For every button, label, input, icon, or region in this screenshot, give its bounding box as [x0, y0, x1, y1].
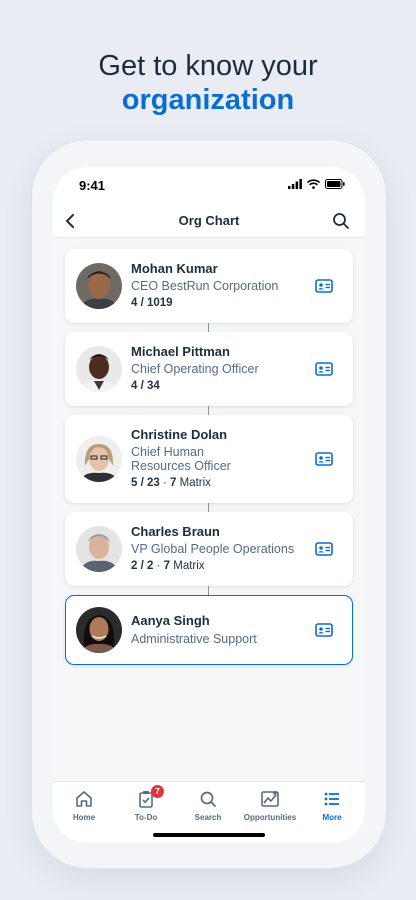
- headline-line-1: Get to know your: [98, 50, 318, 82]
- employee-counts: 2 / 2 · 7 Matrix: [131, 560, 205, 572]
- status-time: 9:41: [79, 178, 106, 193]
- avatar: [76, 607, 122, 653]
- org-card[interactable]: Christine Dolan Chief Human Resources Of…: [65, 415, 353, 503]
- employee-counts: 4 / 1019: [131, 297, 173, 309]
- employee-name: Aanya Singh: [131, 613, 210, 628]
- list-icon: [324, 792, 339, 806]
- home-indicator: [153, 833, 265, 837]
- employee-title: CEO BestRun Corporation: [131, 279, 279, 293]
- employee-name: Christine Dolan: [131, 427, 228, 442]
- contact-card-icon[interactable]: [315, 542, 333, 556]
- home-icon: [76, 791, 92, 807]
- phone-screen: 9:41 Org Chart Mohan Kumar CEO BestRun C…: [53, 167, 365, 843]
- search-icon: [200, 791, 216, 807]
- tab-search[interactable]: Search: [177, 788, 239, 822]
- employee-title: Chief Operating Officer: [131, 362, 259, 376]
- avatar: [76, 526, 122, 572]
- tab-home[interactable]: Home: [53, 788, 115, 822]
- employee-name: Michael Pittman: [131, 344, 230, 359]
- search-icon[interactable]: [331, 211, 351, 231]
- org-connector: [208, 586, 209, 595]
- tab-label: Home: [72, 813, 96, 822]
- org-card-selected[interactable]: Aanya Singh Administrative Support: [65, 595, 353, 665]
- nav-bar: Org Chart: [53, 207, 365, 238]
- contact-card-icon[interactable]: [315, 279, 333, 293]
- avatar: [76, 263, 122, 309]
- tab-label: Search: [194, 813, 222, 822]
- org-card[interactable]: Mohan Kumar CEO BestRun Corporation 4 / …: [65, 249, 353, 323]
- employee-title: VP Global People Operations: [131, 542, 295, 556]
- employee-counts: 4 / 34: [131, 380, 160, 392]
- avatar: [76, 436, 122, 482]
- status-bar: 9:41: [53, 167, 365, 207]
- signal-icon: [288, 179, 302, 189]
- headline-line-2: organization: [121, 84, 295, 116]
- todo-badge: 7: [151, 785, 164, 798]
- page-title: Org Chart: [178, 213, 240, 228]
- employee-title: Chief Human Resources Officer: [131, 445, 231, 473]
- org-connector: [208, 503, 209, 512]
- tab-label: More: [322, 813, 342, 822]
- employee-counts: 5 / 23 · 7 Matrix: [131, 477, 211, 489]
- org-connector: [208, 323, 209, 332]
- employee-name: Mohan Kumar: [131, 261, 218, 276]
- battery-icon: [325, 179, 345, 189]
- avatar: [76, 346, 122, 392]
- contact-card-icon[interactable]: [315, 362, 333, 376]
- employee-title: Administrative Support: [131, 632, 257, 646]
- tab-label: To-Do: [134, 813, 158, 822]
- org-card[interactable]: Charles Braun VP Global People Operation…: [65, 512, 353, 586]
- tab-label: Opportunities: [243, 813, 297, 822]
- wifi-icon: [307, 179, 320, 189]
- tab-todo[interactable]: 7 To-Do: [115, 785, 177, 822]
- tab-more[interactable]: More: [301, 788, 363, 822]
- org-card[interactable]: Michael Pittman Chief Operating Officer …: [65, 332, 353, 406]
- contact-card-icon[interactable]: [315, 623, 333, 637]
- org-connector: [208, 406, 209, 415]
- contact-card-icon[interactable]: [315, 452, 333, 466]
- opportunities-icon: [261, 790, 279, 807]
- employee-name: Charles Braun: [131, 524, 220, 539]
- status-icons: [288, 179, 345, 189]
- tab-opportunities[interactable]: Opportunities: [239, 788, 301, 822]
